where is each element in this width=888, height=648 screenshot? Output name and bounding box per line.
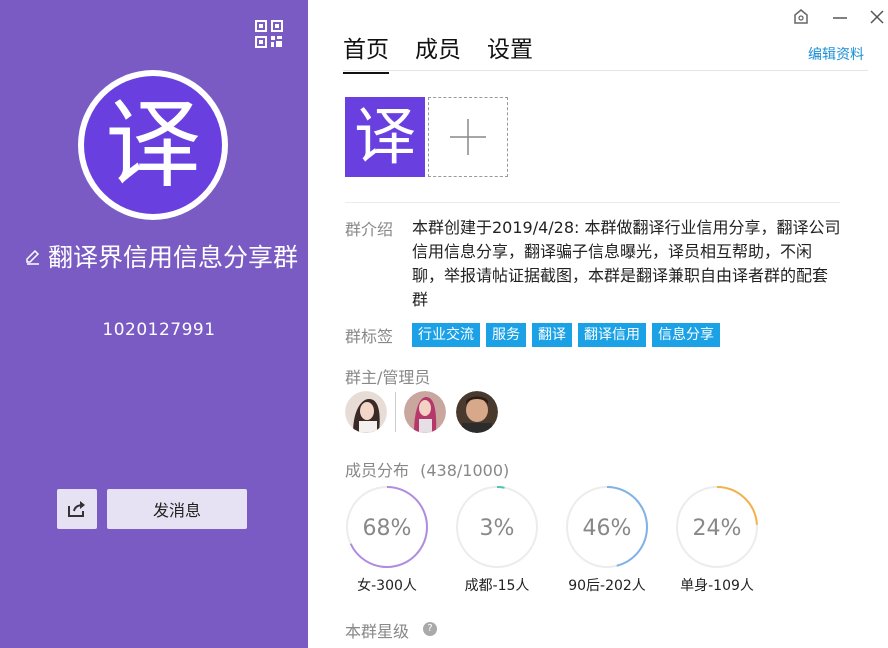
- tag-item[interactable]: 服务: [486, 323, 526, 347]
- tab-home[interactable]: 首页: [343, 30, 389, 74]
- distribution-label: 成员分布: [345, 461, 410, 480]
- close-icon[interactable]: [868, 8, 886, 26]
- distribution-title: 成员分布 (438/1000): [345, 457, 509, 481]
- edit-name-icon[interactable]: [24, 248, 42, 266]
- skin-icon[interactable]: [792, 8, 810, 26]
- ring-chart: 24%: [676, 486, 758, 568]
- profile-sidebar: 译 翻译界信用信息分享群 1020127991 发消息: [0, 0, 308, 648]
- owner-divider: [395, 392, 396, 432]
- divider: [345, 202, 840, 203]
- distribution-rings: 68% 女-300人 3% 成都-15人 46% 90后-202人 24% 单身-109人: [345, 485, 759, 595]
- intro-label: 群介绍: [345, 220, 394, 239]
- member-count: (438/1000): [420, 461, 510, 480]
- tab-settings[interactable]: 设置: [487, 30, 533, 74]
- tags-label: 群标签: [345, 327, 394, 346]
- group-number: 1020127991: [102, 320, 216, 340]
- help-icon[interactable]: ?: [423, 622, 437, 636]
- intro-text: 本群创建于2019/4/28: 本群做翻译行业信用分享，翻译公司信用信息分享，翻…: [412, 218, 841, 309]
- group-name: 翻译界信用信息分享群: [48, 243, 299, 272]
- plus-icon: [450, 119, 486, 155]
- add-photo-button[interactable]: [428, 97, 508, 177]
- tag-item[interactable]: 翻译: [532, 323, 572, 347]
- ring-label: 单身-109人: [680, 578, 754, 594]
- ring-chart: 46%: [566, 486, 648, 568]
- tag-item[interactable]: 翻译信用: [578, 323, 646, 347]
- admin-avatar[interactable]: [404, 391, 446, 433]
- distribution-ring: 24% 单身-109人: [675, 485, 759, 595]
- send-message-button[interactable]: 发消息: [107, 489, 247, 529]
- group-avatar-char: 译: [84, 76, 222, 214]
- distribution-ring: 68% 女-300人: [345, 485, 429, 595]
- owner-avatar[interactable]: [345, 391, 387, 433]
- admin-list: [345, 391, 498, 433]
- ring-label: 90后-202人: [568, 578, 646, 594]
- ring-chart: 68%: [346, 486, 428, 568]
- share-button[interactable]: [57, 489, 97, 529]
- ring-percent: 46%: [583, 516, 632, 541]
- tag-item[interactable]: 行业交流: [412, 323, 480, 347]
- qr-code-icon[interactable]: [255, 20, 283, 48]
- ring-percent: 68%: [363, 516, 412, 541]
- distribution-ring: 3% 成都-15人: [455, 485, 539, 595]
- ring-chart: 3%: [456, 486, 538, 568]
- distribution-ring: 46% 90后-202人: [565, 485, 649, 595]
- group-profile-window: 译 翻译界信用信息分享群 1020127991 发消息 首页 成员 设置 编辑资…: [0, 0, 888, 648]
- admins-label: 群主/管理员: [345, 368, 431, 387]
- group-avatar[interactable]: 译: [78, 70, 228, 220]
- tab-members[interactable]: 成员: [415, 30, 461, 74]
- profile-content: 首页 成员 设置 编辑资料 译 群介绍 本群创建于2019/4/28: 本群做翻…: [308, 0, 888, 648]
- ring-label: 成都-15人: [464, 578, 530, 594]
- star-level-label: 本群星级: [345, 622, 410, 641]
- tab-bar: 首页 成员 设置: [343, 30, 533, 74]
- admin-avatar[interactable]: [456, 391, 498, 433]
- tag-list: 行业交流 服务 翻译 翻译信用 信息分享: [412, 323, 720, 347]
- minimize-icon[interactable]: [831, 8, 849, 26]
- group-photo[interactable]: 译: [345, 97, 425, 177]
- tag-item[interactable]: 信息分享: [652, 323, 720, 347]
- ring-label: 女-300人: [357, 578, 417, 594]
- tab-divider: [343, 70, 868, 71]
- ring-percent: 24%: [693, 516, 742, 541]
- share-icon: [68, 501, 85, 517]
- ring-percent: 3%: [480, 516, 515, 541]
- edit-profile-link[interactable]: 编辑资料: [808, 44, 864, 64]
